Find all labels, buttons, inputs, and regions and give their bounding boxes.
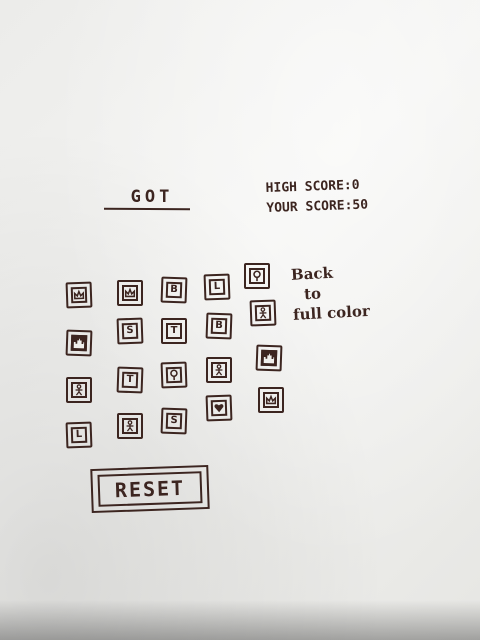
reset-label: RESET (97, 471, 203, 507)
tile-icon-frame (71, 382, 87, 398)
game-tile[interactable] (255, 344, 283, 372)
game-tile[interactable] (206, 357, 232, 383)
whiteboard: GOT HIGH SCORE:0 YOUR SCORE:50 Back to f… (0, 0, 480, 640)
tile-icon-frame (165, 366, 183, 384)
game-tile[interactable]: L (203, 273, 231, 301)
tile-letter: B (165, 281, 183, 299)
crown-icon (73, 289, 85, 300)
tile-icon-frame (70, 286, 88, 304)
tile-letter: L (208, 278, 226, 296)
game-tile[interactable] (66, 377, 92, 403)
high-score-value: 0 (351, 177, 360, 194)
tile-icon-frame (122, 418, 138, 434)
your-score-label: YOUR SCORE: (266, 198, 353, 217)
figure-icon (215, 364, 223, 376)
note-line-3: full color (292, 301, 371, 324)
game-tile[interactable]: L (65, 421, 93, 449)
crown-icon (265, 394, 277, 405)
game-tile[interactable] (249, 299, 277, 327)
tile-icon-frame (122, 285, 138, 301)
game-tile[interactable]: T (116, 366, 144, 394)
tile-icon-frame (70, 334, 88, 352)
game-tile[interactable]: B (160, 276, 188, 304)
game-tile[interactable]: S (160, 407, 188, 435)
game-title: GOT (130, 187, 174, 207)
reset-button[interactable]: RESET (90, 464, 210, 514)
game-tile[interactable] (117, 413, 143, 439)
hint-note: Back to full color (291, 259, 404, 325)
tree-icon (253, 270, 261, 282)
figure-icon (126, 420, 134, 432)
tile-letter: S (165, 412, 183, 430)
game-tile[interactable] (258, 387, 284, 413)
tile-letter: B (210, 317, 228, 335)
castle-icon (73, 338, 85, 349)
game-tile[interactable] (117, 280, 143, 306)
tile-letter: T (121, 371, 139, 389)
title-underline (103, 207, 191, 211)
your-score-value: 50 (352, 197, 369, 214)
tile-icon-frame (211, 362, 227, 378)
tile-icon-frame (210, 399, 228, 417)
high-score-label: HIGH SCORE: (265, 178, 352, 197)
figure-icon (75, 384, 83, 396)
tile-icon-frame (263, 392, 279, 408)
game-tile[interactable]: S (116, 317, 144, 345)
board-shadow (0, 600, 480, 640)
tile-letter: S (121, 322, 139, 340)
game-tile[interactable]: T (161, 318, 187, 344)
figure-icon (259, 307, 267, 319)
score-panel: HIGH SCORE:0 YOUR SCORE:50 (265, 173, 441, 219)
game-tile[interactable] (160, 361, 188, 389)
game-tile[interactable] (65, 281, 93, 309)
tile-icon-frame (249, 268, 265, 284)
castle-icon (263, 353, 275, 364)
tile-letter: T (166, 323, 182, 339)
game-tile[interactable] (205, 394, 233, 422)
crown-icon (124, 287, 136, 298)
game-tile[interactable] (244, 263, 270, 289)
heart-icon (214, 404, 224, 413)
tile-letter: L (70, 426, 88, 444)
tile-icon-frame (260, 349, 278, 367)
tile-icon-frame (254, 304, 272, 322)
game-tile[interactable]: B (205, 312, 233, 340)
game-tile[interactable] (65, 329, 93, 357)
tree-icon (170, 369, 178, 381)
